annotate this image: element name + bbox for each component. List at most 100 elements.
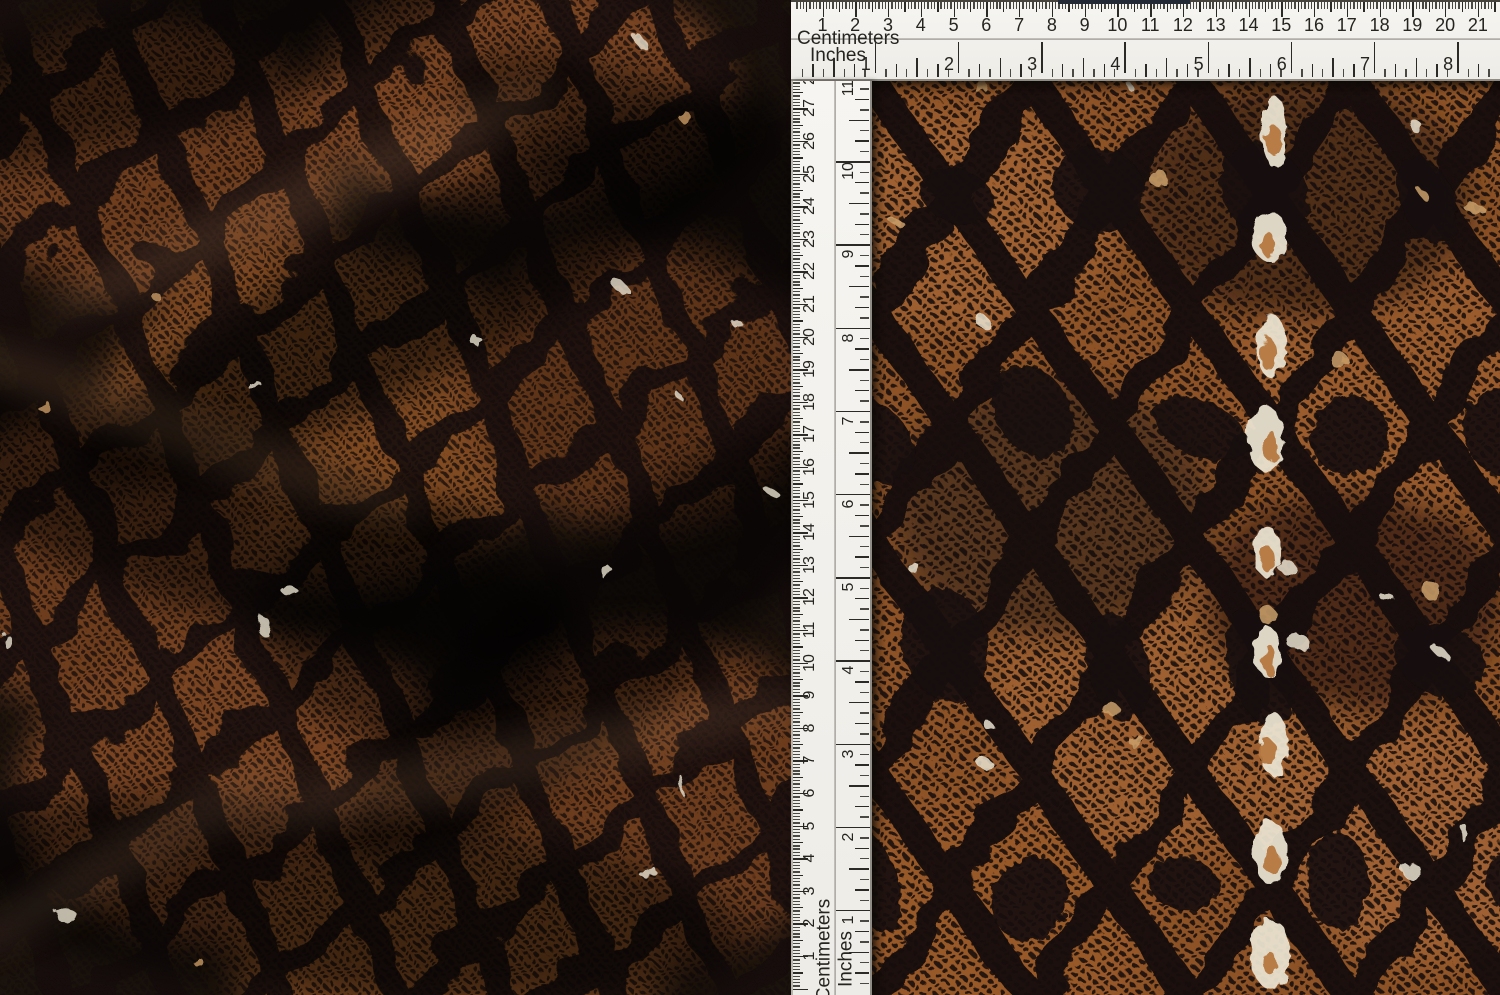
cm-tick bbox=[793, 985, 800, 986]
cm-tick bbox=[793, 291, 800, 292]
inch-tick bbox=[849, 369, 869, 370]
cm-tick bbox=[793, 128, 800, 129]
cm-tick bbox=[793, 386, 803, 387]
cm-tick bbox=[793, 529, 800, 530]
cm-tick bbox=[793, 555, 800, 556]
cm-tick bbox=[793, 780, 800, 781]
inch-tick bbox=[833, 58, 834, 77]
inch-tick bbox=[896, 64, 897, 77]
cm-tick bbox=[793, 503, 800, 504]
cm-tick bbox=[918, 2, 919, 9]
cm-tick bbox=[878, 2, 879, 9]
cm-tick bbox=[793, 131, 800, 132]
cm-tick bbox=[1344, 2, 1345, 9]
cm-tick bbox=[793, 89, 800, 90]
inch-tick bbox=[860, 650, 869, 651]
cm-tick bbox=[793, 262, 800, 263]
cm-tick bbox=[793, 607, 800, 608]
inch-tick bbox=[1166, 58, 1167, 77]
cm-tick bbox=[983, 2, 984, 9]
cm-tick bbox=[793, 571, 800, 572]
inch-tick bbox=[1468, 69, 1469, 78]
print-blotch bbox=[1263, 644, 1275, 676]
inch-tick bbox=[1405, 69, 1406, 78]
cm-tick bbox=[793, 177, 800, 178]
cm-tick bbox=[793, 953, 800, 954]
cm-tick bbox=[1370, 2, 1371, 9]
cm-number: 2 bbox=[802, 919, 818, 928]
cm-number: 17 bbox=[1331, 16, 1363, 34]
cm-tick bbox=[793, 373, 800, 374]
cm-tick bbox=[1419, 2, 1420, 9]
cm-tick bbox=[793, 946, 800, 947]
cm-tick bbox=[793, 568, 800, 569]
cm-tick bbox=[793, 800, 800, 801]
cm-tick bbox=[793, 157, 803, 158]
cm-tick bbox=[914, 2, 915, 9]
inch-tick bbox=[855, 307, 869, 308]
cm-tick bbox=[1275, 2, 1276, 9]
inch-tick bbox=[855, 598, 869, 599]
cm-tick bbox=[806, 2, 807, 12]
cm-number: 26 bbox=[802, 132, 818, 150]
cm-tick bbox=[1285, 2, 1286, 9]
cm-tick bbox=[885, 2, 886, 9]
crumpled-fabric-panel bbox=[0, 0, 791, 995]
cm-number: 15 bbox=[1265, 16, 1297, 34]
inch-tick bbox=[860, 88, 869, 89]
cm-tick bbox=[793, 284, 800, 285]
cm-number: 19 bbox=[1396, 16, 1428, 34]
inch-tick bbox=[1062, 64, 1063, 77]
cm-tick bbox=[950, 2, 951, 9]
cm-tick bbox=[927, 2, 928, 9]
inch-tick bbox=[860, 442, 869, 443]
cm-tick bbox=[793, 301, 800, 302]
cm-tick bbox=[911, 2, 912, 9]
cm-tick bbox=[793, 353, 803, 354]
cm-tick bbox=[793, 180, 800, 181]
cm-tick bbox=[1399, 2, 1400, 9]
cm-tick bbox=[793, 408, 800, 409]
inch-tick bbox=[860, 733, 869, 734]
cm-number: 16 bbox=[1298, 16, 1330, 34]
inch-number: 3 bbox=[841, 749, 857, 758]
cm-tick bbox=[1242, 2, 1243, 9]
cm-tick bbox=[1357, 2, 1358, 9]
cm-tick bbox=[793, 881, 800, 882]
cm-tick bbox=[793, 516, 803, 517]
cm-tick bbox=[1045, 2, 1046, 9]
cm-tick bbox=[793, 959, 800, 960]
cm-tick bbox=[793, 389, 800, 390]
cm-tick bbox=[957, 2, 958, 9]
cm-number: 2 bbox=[839, 16, 871, 34]
cm-tick bbox=[793, 203, 800, 204]
cm-tick bbox=[793, 311, 800, 312]
cm-number: 9 bbox=[802, 691, 818, 700]
inch-tick bbox=[1478, 64, 1479, 77]
cm-tick bbox=[793, 242, 800, 243]
cm-tick bbox=[1317, 2, 1318, 9]
cm-number: 1 bbox=[807, 16, 839, 34]
inch-tick bbox=[849, 702, 869, 703]
inch-tick bbox=[860, 421, 869, 422]
cm-tick bbox=[793, 399, 800, 400]
inch-tick bbox=[855, 681, 869, 682]
cm-tick bbox=[872, 2, 873, 12]
cm-number: 19 bbox=[802, 360, 818, 378]
cm-tick bbox=[793, 428, 800, 429]
print-blotch bbox=[1264, 431, 1278, 462]
cm-tick bbox=[967, 2, 968, 9]
cm-tick bbox=[1049, 2, 1050, 9]
cm-tick bbox=[793, 363, 800, 364]
cm-tick bbox=[904, 2, 905, 12]
inch-tick bbox=[855, 764, 869, 765]
inch-number: 6 bbox=[841, 500, 857, 509]
horizontal-ruler: Centimeters Inches 123456789101112131415… bbox=[791, 0, 1500, 81]
inch-tick bbox=[855, 473, 869, 474]
cm-tick bbox=[1432, 2, 1433, 9]
cm-tick bbox=[793, 666, 800, 667]
inch-tick bbox=[860, 983, 869, 984]
cm-tick bbox=[793, 604, 800, 605]
cm-tick bbox=[793, 796, 800, 797]
cm-tick bbox=[980, 2, 981, 9]
